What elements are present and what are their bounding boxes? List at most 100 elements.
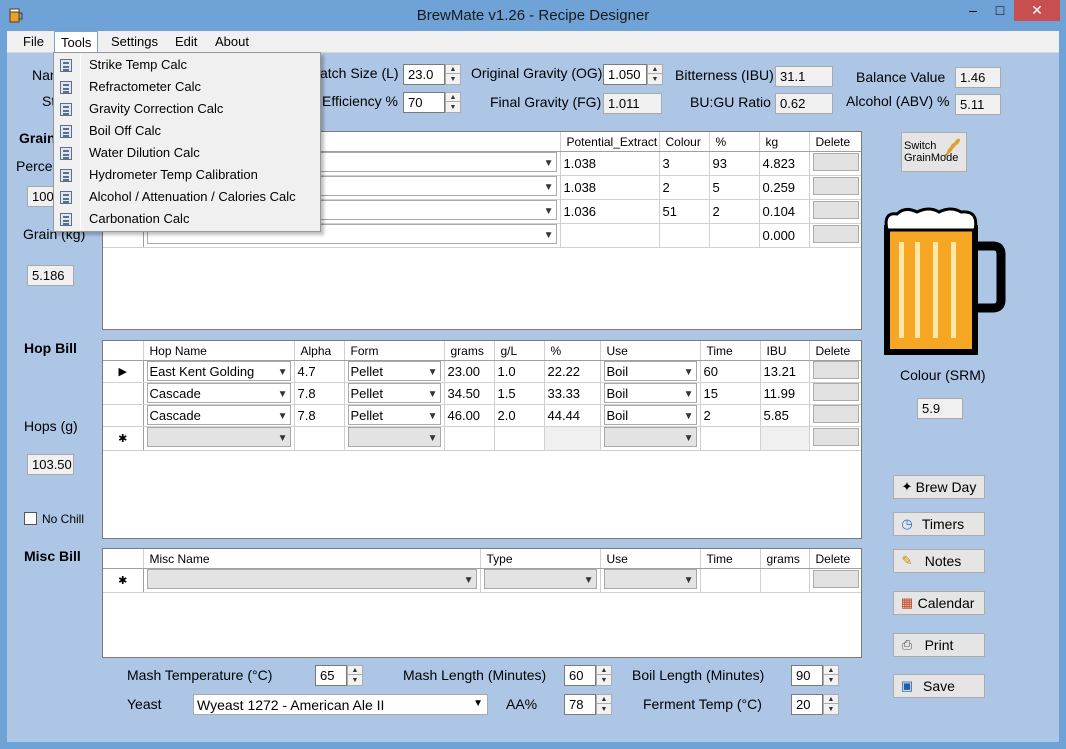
notes-button[interactable]: ✎ Notes <box>893 549 985 573</box>
alpha-cell[interactable]: 7.8 <box>294 382 345 405</box>
brew-day-button[interactable]: ✦ Brew Day <box>893 475 985 499</box>
switch-grain-mode-button[interactable]: Switch GrainMode <box>901 132 967 172</box>
og-input[interactable]: 1.050 <box>603 64 647 85</box>
ibu-cell[interactable]: 11.99 <box>760 382 810 405</box>
hop-header-delete[interactable]: Delete <box>809 341 861 361</box>
hop-name-combo[interactable]: Cascade ▼ <box>146 405 291 425</box>
menu-item-strike-temp[interactable]: Strike Temp Calc <box>54 54 320 76</box>
ibu-cell[interactable]: 5.85 <box>760 404 810 427</box>
use-combo[interactable]: Boil ▼ <box>603 383 697 403</box>
menu-about[interactable]: About <box>215 34 249 49</box>
hop-name-cell[interactable]: East Kent Golding ▼ <box>143 360 295 383</box>
row-header[interactable] <box>103 404 144 427</box>
percent-cell[interactable]: 22.22 <box>544 360 601 383</box>
delete-button[interactable] <box>812 382 859 401</box>
menu-item-hydrometer-temp[interactable]: Hydrometer Temp Calibration <box>54 164 320 186</box>
misc-header-delete[interactable]: Delete <box>809 549 861 569</box>
ibu-cell[interactable] <box>760 426 810 451</box>
aa-spinner[interactable]: ▲ ▼ <box>596 694 612 715</box>
percent-cell[interactable]: 93 <box>709 151 760 176</box>
timers-button[interactable]: ◷ Timers <box>893 512 985 536</box>
ibu-cell[interactable]: 13.21 <box>760 360 810 383</box>
row-header[interactable]: ✱ <box>103 426 144 451</box>
use-combo[interactable]: Boil ▼ <box>603 361 697 381</box>
kg-cell[interactable]: 0.259 <box>759 175 810 200</box>
og-spinner[interactable]: ▲ ▼ <box>647 64 663 85</box>
gl-cell[interactable]: 2.0 <box>494 404 545 427</box>
alpha-cell[interactable]: 4.7 <box>294 360 345 383</box>
misc-name-cell[interactable]: ▼ <box>143 568 481 593</box>
delete-button[interactable] <box>812 176 859 195</box>
misc-header-name[interactable]: Misc Name <box>143 549 481 569</box>
colour-cell[interactable]: 51 <box>659 199 710 224</box>
hop-name-combo[interactable]: ▼ <box>146 426 291 447</box>
time-cell[interactable]: 15 <box>700 382 761 405</box>
colour-cell[interactable]: 3 <box>659 151 710 176</box>
gl-cell[interactable]: 1.0 <box>494 360 545 383</box>
misc-use-combo[interactable]: ▼ <box>603 568 697 589</box>
hop-header-form[interactable]: Form <box>344 341 445 361</box>
grams-cell[interactable]: 34.50 <box>444 382 495 405</box>
use-cell[interactable]: Boil ▼ <box>600 404 701 427</box>
delete-button[interactable] <box>812 427 859 446</box>
colour-cell[interactable] <box>659 223 710 248</box>
misc-type-cell[interactable]: ▼ <box>480 568 601 593</box>
grams-cell[interactable]: 46.00 <box>444 404 495 427</box>
alpha-cell[interactable]: 7.8 <box>294 404 345 427</box>
menu-settings[interactable]: Settings <box>111 34 158 49</box>
row-header[interactable]: ✱ <box>103 568 144 593</box>
misc-time-cell[interactable] <box>700 568 761 593</box>
misc-name-combo[interactable]: ▼ <box>146 568 477 589</box>
percent-cell[interactable]: 44.44 <box>544 404 601 427</box>
time-cell[interactable]: 2 <box>700 404 761 427</box>
boil-length-input[interactable]: 90 <box>791 665 823 686</box>
efficiency-spinner[interactable]: ▲ ▼ <box>445 92 461 113</box>
hop-header-use[interactable]: Use <box>600 341 701 361</box>
misc-header-grams[interactable]: grams <box>760 549 810 569</box>
menu-item-carbonation[interactable]: Carbonation Calc <box>54 208 320 230</box>
delete-button[interactable] <box>812 404 859 423</box>
percent-cell[interactable] <box>544 426 601 451</box>
delete-button[interactable] <box>812 200 859 219</box>
gl-cell[interactable]: 1.5 <box>494 382 545 405</box>
hop-header-ibu[interactable]: IBU <box>760 341 810 361</box>
form-combo[interactable]: Pellet ▼ <box>347 405 441 425</box>
efficiency-input[interactable]: 70 <box>403 92 445 113</box>
no-chill-checkbox[interactable] <box>24 512 37 525</box>
use-cell[interactable]: Boil ▼ <box>600 382 701 405</box>
mash-temp-spinner[interactable]: ▲ ▼ <box>347 665 363 686</box>
misc-header-use[interactable]: Use <box>600 549 701 569</box>
percent-cell[interactable]: 2 <box>709 199 760 224</box>
colour-cell[interactable]: 2 <box>659 175 710 200</box>
form-combo[interactable]: ▼ <box>347 426 441 447</box>
kg-cell[interactable]: 0.000 <box>759 223 810 248</box>
form-combo[interactable]: Pellet ▼ <box>347 383 441 403</box>
delete-button[interactable] <box>812 360 859 379</box>
ferment-temp-spinner[interactable]: ▲ ▼ <box>823 694 839 715</box>
time-cell[interactable] <box>700 426 761 451</box>
aa-input[interactable]: 78 <box>564 694 596 715</box>
grain-header-kg[interactable]: kg <box>759 132 810 152</box>
menu-item-gravity-correction[interactable]: Gravity Correction Calc <box>54 98 320 120</box>
hop-name-cell[interactable]: Cascade ▼ <box>143 404 295 427</box>
row-header[interactable] <box>103 382 144 405</box>
mash-temp-input[interactable]: 65 <box>315 665 347 686</box>
ferment-temp-input[interactable]: 20 <box>791 694 823 715</box>
extract-cell[interactable] <box>560 223 660 248</box>
yeast-select[interactable]: Wyeast 1272 - American Ale II ▼ <box>193 694 488 715</box>
use-cell[interactable]: Boil ▼ <box>600 360 701 383</box>
grain-header-colour[interactable]: Colour <box>659 132 710 152</box>
hop-header-grams[interactable]: grams <box>444 341 495 361</box>
extract-cell[interactable]: 1.038 <box>560 175 660 200</box>
form-cell[interactable]: Pellet ▼ <box>344 404 445 427</box>
delete-button[interactable] <box>812 224 859 243</box>
hop-name-cell[interactable]: ▼ <box>143 426 295 451</box>
mash-length-input[interactable]: 60 <box>564 665 596 686</box>
grain-header-delete[interactable]: Delete <box>809 132 861 152</box>
hop-header-time[interactable]: Time <box>700 341 761 361</box>
form-cell[interactable]: Pellet ▼ <box>344 382 445 405</box>
kg-cell[interactable]: 0.104 <box>759 199 810 224</box>
boil-length-spinner[interactable]: ▲ ▼ <box>823 665 839 686</box>
minimize-button[interactable]: – <box>960 0 986 21</box>
form-cell[interactable]: Pellet ▼ <box>344 360 445 383</box>
